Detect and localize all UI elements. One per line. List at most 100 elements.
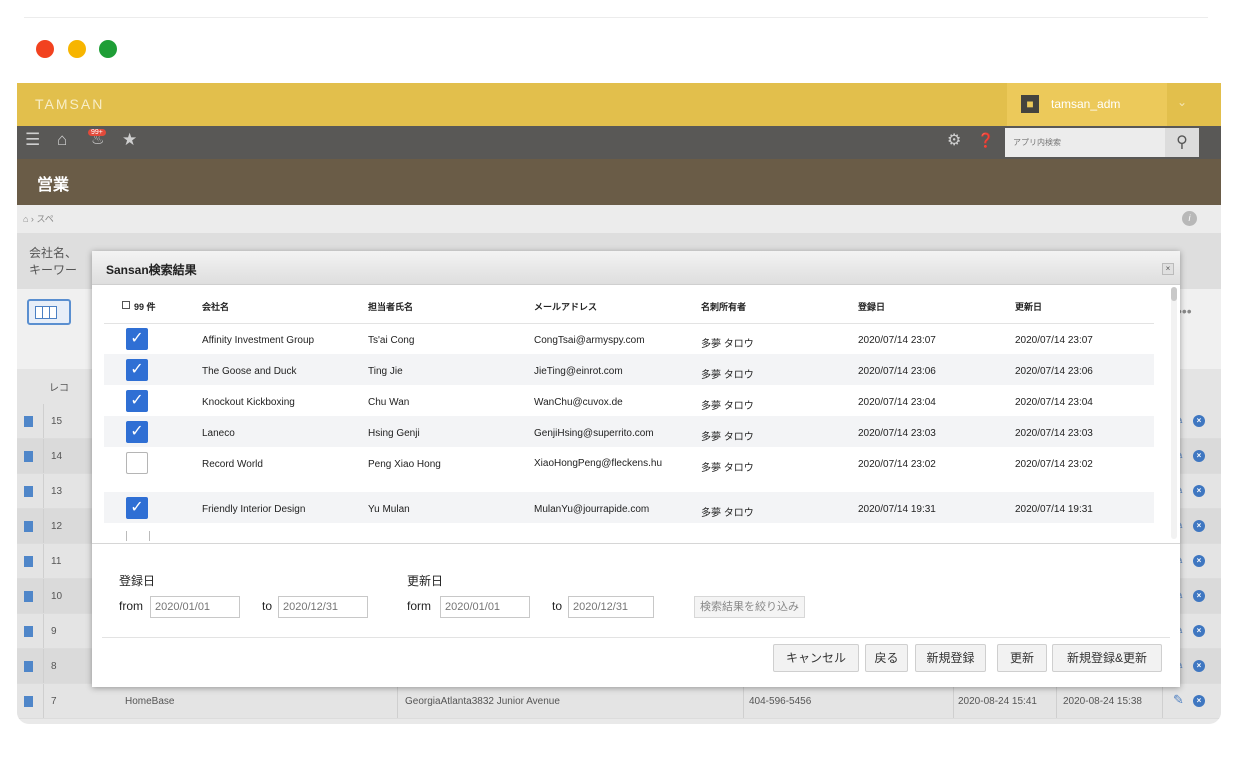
window-close-dot[interactable] <box>36 40 54 58</box>
dialog-title: Sansan検索結果 <box>106 263 197 277</box>
breadcrumb-text[interactable]: ⌂ › スペ <box>23 212 54 225</box>
narrow-results-button[interactable]: 検索結果を絞り込み <box>694 596 805 618</box>
result-updated: 2020/07/14 19:31 <box>1015 504 1093 515</box>
column-divider <box>43 684 44 718</box>
column-divider <box>743 684 744 718</box>
result-row[interactable]: ✓ Friendly Interior Design Yu Mulan MulanYu… <box>104 492 1154 523</box>
result-person: Ts'ai Cong <box>368 335 415 346</box>
delete-icon[interactable]: × <box>1193 660 1205 672</box>
column-company[interactable]: 会社名 <box>202 300 229 313</box>
result-company: Knockout Kickboxing <box>202 397 295 408</box>
upd-to-input[interactable] <box>568 596 654 618</box>
info-icon[interactable]: i <box>1182 211 1197 226</box>
result-row[interactable]: ✓ Laneco Hsing Genji GenjiHsing@superrito.c… <box>104 416 1154 447</box>
document-icon[interactable] <box>24 486 33 497</box>
result-row[interactable]: ✓ The Goose and Duck Ting Jie JieTing@einro… <box>104 354 1154 385</box>
star-icon[interactable]: ★ <box>122 130 137 150</box>
result-person: Hsing Genji <box>368 428 420 439</box>
result-owner: 多夢 タロウ <box>701 339 754 350</box>
app-search-input[interactable] <box>1005 128 1165 157</box>
delete-icon[interactable]: × <box>1193 485 1205 497</box>
column-updated[interactable]: 更新日 <box>1015 300 1042 313</box>
row-checkbox[interactable]: ✓ <box>126 421 148 443</box>
result-email: CongTsai@armyspy.com <box>534 335 645 346</box>
reg-from-input[interactable] <box>150 596 240 618</box>
new-register-button[interactable]: 新規登録 <box>915 644 986 672</box>
delete-icon[interactable]: × <box>1193 625 1205 637</box>
delete-icon[interactable]: × <box>1193 695 1205 707</box>
record-id: 14 <box>51 451 63 462</box>
notification-badge: 99+ <box>88 129 106 136</box>
column-divider <box>43 509 44 543</box>
document-icon[interactable] <box>24 451 33 462</box>
close-icon[interactable]: × <box>1162 263 1174 275</box>
table-view-icon <box>35 306 57 319</box>
update-button[interactable]: 更新 <box>997 644 1047 672</box>
help-icon[interactable]: ❓ <box>977 132 994 149</box>
document-icon[interactable] <box>24 696 33 707</box>
document-icon[interactable] <box>24 556 33 567</box>
row-checkbox[interactable]: ✓ <box>126 359 148 381</box>
menu-icon[interactable]: ☰ <box>25 130 40 150</box>
dialog-footer: 登録日 from to 更新日 form to 検索結果を絞り込み キャンセル … <box>92 543 1180 688</box>
result-row[interactable]: ✓ Affinity Investment Group Ts'ai Cong Cong… <box>104 323 1154 354</box>
result-email: WanChu@cuvox.de <box>534 397 623 408</box>
document-icon[interactable] <box>24 626 33 637</box>
dialog-scrollbar-thumb[interactable] <box>1171 287 1177 301</box>
app-window: TAMSAN ■ tamsan_adm ⌄ ☰ ⌂ ♨ 99+ ★ ⚙ ❓ ⚲ … <box>17 83 1221 724</box>
delete-icon[interactable]: × <box>1193 590 1205 602</box>
record-column-header[interactable]: レコ <box>49 379 69 394</box>
result-company: Affinity Investment Group <box>202 335 315 346</box>
column-divider <box>397 684 398 718</box>
result-row[interactable]: Record World Peng Xiao Hong XiaoHongPeng@f… <box>104 447 1154 492</box>
back-button[interactable]: 戻る <box>865 644 908 672</box>
upd-from-input[interactable] <box>440 596 530 618</box>
gear-icon[interactable]: ⚙ <box>947 130 961 150</box>
result-person: Yu Mulan <box>368 504 410 515</box>
column-divider <box>43 579 44 613</box>
new-and-update-button[interactable]: 新規登録&更新 <box>1052 644 1162 672</box>
record-id: 11 <box>51 556 62 567</box>
select-all-checkbox[interactable] <box>122 301 130 309</box>
table-row[interactable]: 7 HomeBase GeorgiaAtlanta3832 Junior Avenu… <box>17 684 1221 719</box>
delete-icon[interactable]: × <box>1193 415 1205 427</box>
column-owner[interactable]: 名刺所有者 <box>701 300 746 313</box>
user-menu[interactable]: ■ tamsan_adm <box>1007 83 1167 126</box>
cancel-button[interactable]: キャンセル <box>773 644 859 672</box>
edit-icon[interactable]: ✎ <box>1173 692 1184 708</box>
document-icon[interactable] <box>24 521 33 532</box>
document-icon[interactable] <box>24 661 33 672</box>
column-email[interactable]: メールアドレス <box>534 300 597 313</box>
record-id: 9 <box>51 626 57 637</box>
partial-row-checkbox[interactable] <box>126 531 150 541</box>
search-icon[interactable]: ⚲ <box>1165 128 1199 157</box>
column-divider <box>43 649 44 683</box>
home-icon[interactable]: ⌂ <box>57 130 67 150</box>
row-checkbox[interactable]: ✓ <box>126 390 148 412</box>
column-registered[interactable]: 登録日 <box>858 300 885 313</box>
reg-to-input[interactable] <box>278 596 368 618</box>
result-registered: 2020/07/14 23:02 <box>858 459 936 470</box>
delete-icon[interactable]: × <box>1193 450 1205 462</box>
app-logo[interactable]: TAMSAN <box>35 96 104 112</box>
row-checkbox[interactable] <box>126 452 148 474</box>
view-toggle-button[interactable] <box>27 299 71 325</box>
breadcrumb-item[interactable]: スペ <box>36 214 53 224</box>
column-divider <box>953 684 954 718</box>
row-checkbox[interactable]: ✓ <box>126 497 148 519</box>
row-checkbox[interactable]: ✓ <box>126 328 148 350</box>
window-zoom-dot[interactable] <box>99 40 117 58</box>
upd-to-label: to <box>552 599 563 613</box>
chevron-down-icon[interactable]: ⌄ <box>1177 95 1187 109</box>
filter-text-2: キーワー <box>29 263 78 277</box>
result-company: Friendly Interior Design <box>202 504 306 515</box>
delete-icon[interactable]: × <box>1193 520 1205 532</box>
document-icon[interactable] <box>24 416 33 427</box>
result-row[interactable]: ✓ Knockout Kickboxing Chu Wan WanChu@cuvox.… <box>104 385 1154 416</box>
dialog-scrollbar[interactable] <box>1171 287 1177 539</box>
column-person[interactable]: 担当者氏名 <box>368 300 413 313</box>
window-minimize-dot[interactable] <box>68 40 86 58</box>
delete-icon[interactable]: × <box>1193 555 1205 567</box>
record-id: 8 <box>51 661 57 672</box>
document-icon[interactable] <box>24 591 33 602</box>
